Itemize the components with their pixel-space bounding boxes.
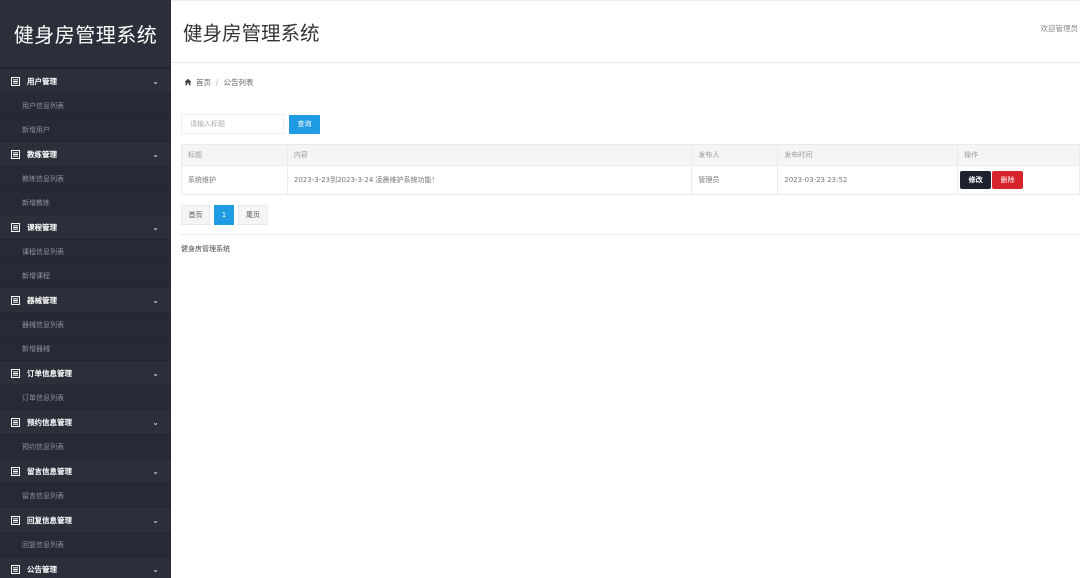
page-title: 健身房管理系统	[183, 22, 320, 45]
edit-button[interactable]: 修改	[960, 171, 992, 189]
first-page-button[interactable]: 首页	[181, 205, 210, 225]
menu-group-users: 用户管理 ⌄ 用户信息列表 新增用户	[0, 68, 171, 141]
column-header-content: 内容	[286, 144, 693, 166]
cell-content: 2023-3-23到2023-3-24 凌晨维护系统功能！	[286, 165, 693, 195]
menu-head-label: 订单信息管理	[27, 368, 72, 378]
menu-item-add-coach[interactable]: 新增教练	[0, 190, 171, 214]
chevron-down-icon: ⌄	[152, 368, 159, 378]
menu-head-label: 留言信息管理	[27, 466, 72, 476]
menu-item-reservation-list[interactable]: 预约信息列表	[0, 434, 171, 458]
menu-head-notices[interactable]: 公告管理 ⌄	[0, 556, 171, 578]
list-icon	[11, 222, 20, 232]
menu-head-label: 公告管理	[27, 564, 57, 574]
chevron-down-icon: ⌄	[152, 295, 159, 305]
menu-head-messages[interactable]: 留言信息管理 ⌄	[0, 458, 171, 483]
cell-time: 2023-03-23 23:52	[777, 165, 959, 195]
menu-group-coaches: 教练管理 ⌄ 教练信息列表 新增教练	[0, 141, 171, 214]
pagination: 首页 1 尾页	[181, 205, 268, 225]
menu-head-courses[interactable]: 课程管理 ⌄	[0, 214, 171, 239]
menu-group-courses: 课程管理 ⌄ 课程信息列表 新增课程	[0, 214, 171, 287]
breadcrumb-home-link[interactable]: 首页	[196, 77, 211, 88]
menu-item-course-list[interactable]: 课程信息列表	[0, 239, 171, 263]
menu-item-reply-list[interactable]: 回复信息列表	[0, 532, 171, 556]
menu-head-label: 回复信息管理	[27, 515, 72, 525]
menu-head-orders[interactable]: 订单信息管理 ⌄	[0, 360, 171, 385]
menu-item-coach-list[interactable]: 教练信息列表	[0, 166, 171, 190]
menu-item-order-list[interactable]: 订单信息列表	[0, 385, 171, 409]
menu-group-notices: 公告管理 ⌄	[0, 556, 171, 578]
last-page-button[interactable]: 尾页	[238, 205, 268, 225]
footer-text: 健身房管理系统	[181, 245, 230, 253]
list-icon	[11, 76, 20, 86]
menu-group-messages: 留言信息管理 ⌄ 留言信息列表	[0, 458, 171, 507]
menu-group-orders: 订单信息管理 ⌄ 订单信息列表	[0, 360, 171, 409]
notice-table: 标题 内容 发布人 发布时间 操作 系统维护 2023-3-23到2023-3-…	[181, 144, 1080, 195]
menu-head-label: 器械管理	[27, 295, 57, 305]
table-header-row: 标题 内容 发布人 发布时间 操作	[181, 144, 1080, 166]
list-icon	[11, 515, 20, 525]
menu-head-label: 用户管理	[27, 76, 57, 86]
menu-head-coaches[interactable]: 教练管理 ⌄	[0, 141, 171, 166]
cell-publisher: 管理员	[691, 165, 779, 195]
topbar: 健身房管理系统 欢迎管理员	[171, 0, 1080, 63]
sidebar: 健身房管理系统 用户管理 ⌄ 用户信息列表 新增用户 教练管理 ⌄ 教练信息列表…	[0, 0, 171, 578]
chevron-down-icon: ⌄	[152, 515, 159, 525]
list-icon	[11, 417, 20, 427]
app-layout: 健身房管理系统 用户管理 ⌄ 用户信息列表 新增用户 教练管理 ⌄ 教练信息列表…	[0, 0, 1080, 578]
home-icon	[184, 78, 192, 86]
menu-item-add-user[interactable]: 新增用户	[0, 117, 171, 141]
brand-title: 健身房管理系统	[0, 0, 171, 68]
chevron-down-icon: ⌄	[152, 466, 159, 476]
menu-item-add-equipment[interactable]: 新增器械	[0, 336, 171, 360]
menu-head-users[interactable]: 用户管理 ⌄	[0, 68, 171, 93]
delete-button[interactable]: 删除	[992, 171, 1024, 189]
table-row: 系统维护 2023-3-23到2023-3-24 凌晨维护系统功能！ 管理员 2…	[181, 165, 1080, 195]
menu-head-replies[interactable]: 回复信息管理 ⌄	[0, 507, 171, 532]
menu-item-add-course[interactable]: 新增课程	[0, 263, 171, 287]
menu-head-label: 教练管理	[27, 149, 57, 159]
cell-actions: 修改 删除	[957, 165, 1080, 195]
chevron-down-icon: ⌄	[152, 564, 159, 574]
footer-divider	[181, 234, 1080, 235]
chevron-down-icon: ⌄	[152, 76, 159, 86]
query-button[interactable]: 查询	[289, 114, 320, 134]
title-search-input[interactable]	[181, 114, 284, 134]
breadcrumb-separator: /	[216, 77, 219, 87]
cell-title: 系统维护	[181, 165, 288, 195]
menu-group-equipment: 器械管理 ⌄ 器械信息列表 新增器械	[0, 287, 171, 360]
list-icon	[11, 368, 20, 378]
welcome-text: 欢迎管理员	[1040, 24, 1079, 33]
breadcrumb: 首页 / 公告列表	[171, 63, 1080, 101]
main-content: 健身房管理系统 欢迎管理员 首页 / 公告列表 查询	[171, 0, 1080, 578]
menu-head-label: 预约信息管理	[27, 417, 72, 427]
menu-head-equipment[interactable]: 器械管理 ⌄	[0, 287, 171, 312]
menu-item-equipment-list[interactable]: 器械信息列表	[0, 312, 171, 336]
list-icon	[11, 564, 20, 574]
menu-item-message-list[interactable]: 留言信息列表	[0, 483, 171, 507]
breadcrumb-current: 公告列表	[223, 77, 254, 87]
chevron-down-icon: ⌄	[152, 222, 159, 232]
column-header-time: 发布时间	[777, 144, 959, 166]
search-bar: 查询	[181, 114, 320, 134]
list-icon	[11, 466, 20, 476]
page-1-button[interactable]: 1	[214, 205, 234, 225]
column-header-actions: 操作	[957, 144, 1080, 166]
menu-group-replies: 回复信息管理 ⌄ 回复信息列表	[0, 507, 171, 556]
menu-head-reservations[interactable]: 预约信息管理 ⌄	[0, 409, 171, 434]
column-header-title: 标题	[181, 144, 288, 166]
menu-group-reservations: 预约信息管理 ⌄ 预约信息列表	[0, 409, 171, 458]
menu-item-user-list[interactable]: 用户信息列表	[0, 93, 171, 117]
menu-head-label: 课程管理	[27, 222, 57, 232]
chevron-down-icon: ⌄	[152, 417, 159, 427]
chevron-down-icon: ⌄	[152, 149, 159, 159]
list-icon	[11, 149, 20, 159]
list-icon	[11, 295, 20, 305]
column-header-publisher: 发布人	[691, 144, 779, 166]
